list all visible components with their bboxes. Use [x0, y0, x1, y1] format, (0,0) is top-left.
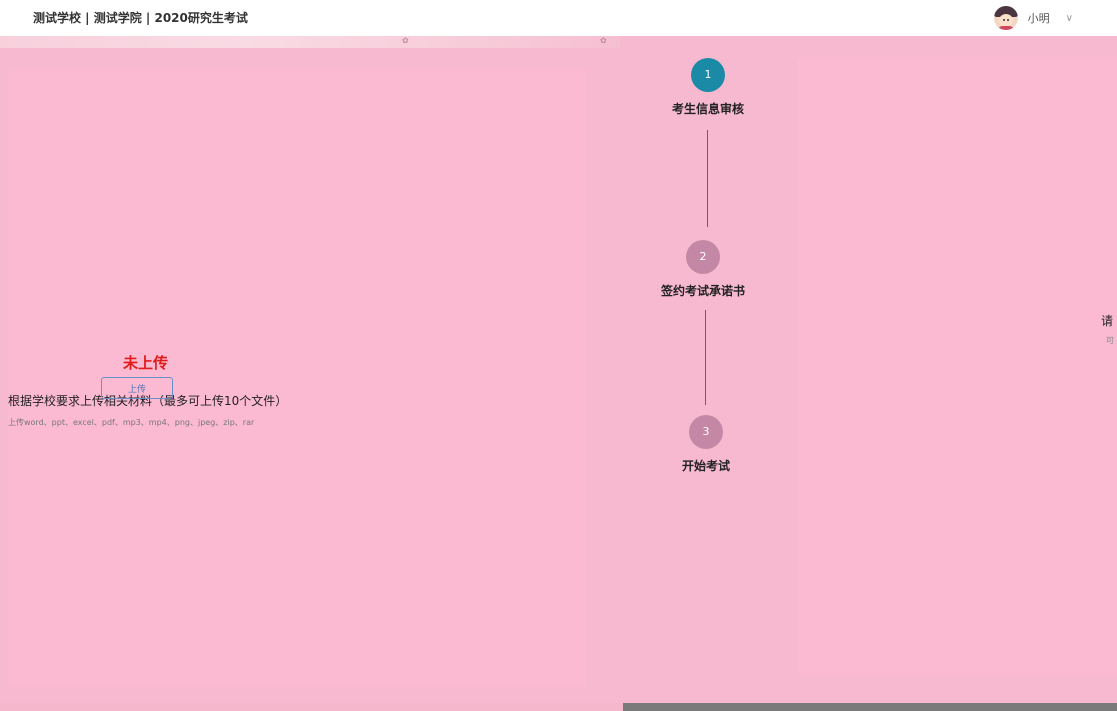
user-menu[interactable]: 小明 ∨ — [993, 0, 1073, 36]
upload-formats: 上传word、ppt、excel、pdf、mp3、mp4、png、jpeg、zi… — [8, 418, 255, 427]
step-1: 1 考生信息审核 — [638, 58, 778, 117]
upload-status: 未上传 — [122, 354, 168, 372]
step-number: 1 — [691, 58, 725, 92]
right-panel: 请 可 — [797, 57, 1117, 675]
step-number: 3 — [689, 415, 723, 449]
right-panel-title: 请 — [1101, 314, 1114, 328]
bottom-strip — [0, 703, 623, 711]
step-connector — [705, 310, 706, 405]
right-panel-subtitle: 可 — [1106, 336, 1114, 345]
step-number: 2 — [686, 240, 720, 274]
upload-panel: 未上传 根据学校要求上传相关材料（最多可上传10个文件） 上传word、ppt、… — [8, 69, 586, 687]
top-bar: 测试学校 | 测试学院 | 2020研究生考试 小明 ∨ — [0, 0, 1117, 36]
upload-button[interactable]: 上传 — [101, 377, 173, 399]
username[interactable]: 小明 — [1028, 10, 1050, 26]
step-label: 开始考试 — [681, 459, 730, 473]
blossom-icon: ✿ — [600, 36, 607, 45]
avatar[interactable] — [993, 6, 1018, 30]
step-2: 2 签约考试承诺书 — [633, 240, 773, 299]
page-title: 测试学校 | 测试学院 | 2020研究生考试 — [33, 11, 248, 25]
banner-decoration: ✿ ✿ — [0, 36, 620, 48]
step-connector — [707, 130, 708, 227]
step-3: 3 开始考试 — [636, 415, 776, 474]
chevron-down-icon[interactable]: ∨ — [1066, 13, 1073, 24]
step-label: 签约考试承诺书 — [660, 284, 745, 298]
horizontal-scrollbar[interactable] — [623, 703, 1117, 711]
blossom-icon: ✿ — [402, 36, 409, 45]
step-label: 考生信息审核 — [671, 102, 744, 116]
